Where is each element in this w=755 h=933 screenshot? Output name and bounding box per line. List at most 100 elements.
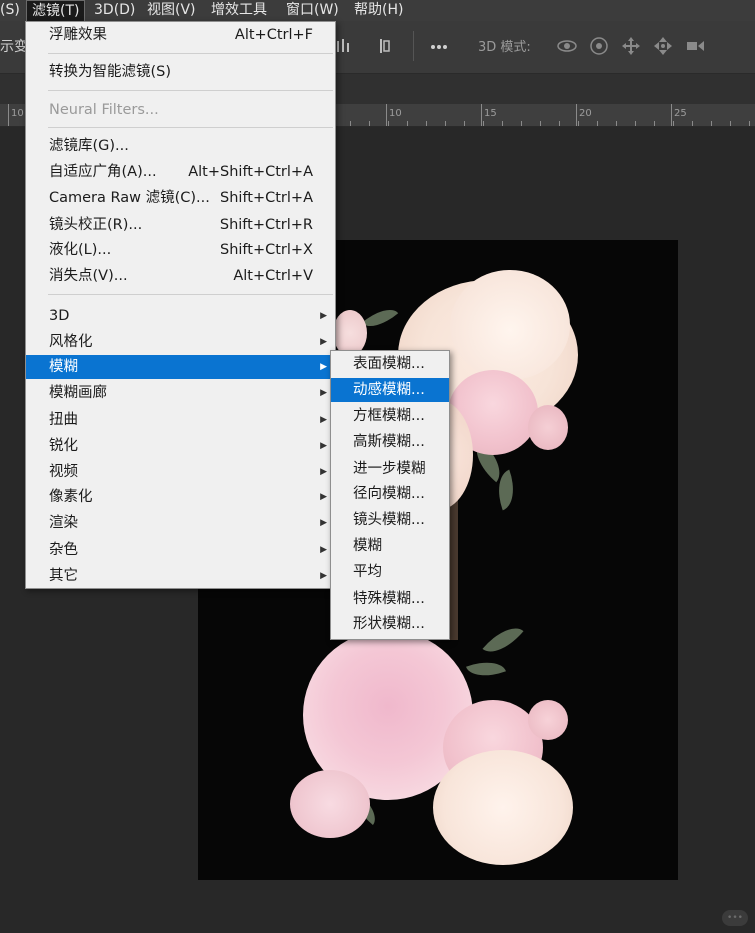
ruler-minor-tick [711,121,712,126]
menu-item-neural-filters: Neural Filters... [49,102,159,118]
menu-item-emboss[interactable]: 浮雕效果 Alt+Ctrl+F [26,23,335,47]
submenu-arrow-icon: ▶ [320,415,327,425]
submenu-arrow-icon: ▶ [320,492,327,502]
menu-select[interactable]: (S) [0,0,20,21]
menu-separator [48,127,333,128]
3d-mode-label: 3D 模式: [478,40,531,55]
more-icon[interactable] [428,35,450,57]
menu-item-filter-gallery[interactable]: 滤镜库(G)... [26,134,335,158]
orbit-icon[interactable] [556,35,578,57]
submenu-arrow-icon: ▶ [320,388,327,398]
menu-item-convert-smart-filter[interactable]: 转换为智能滤镜(S) [26,60,335,84]
ruler-minor-tick [616,121,617,126]
submenu-arrow-icon: ▶ [320,518,327,528]
menu-item-lens-correction[interactable]: 镜头校正(R)... Shift+Ctrl+R [26,213,335,237]
submenu-item-box-blur[interactable]: 方框模糊... [331,404,449,428]
ruler-minor-tick [407,121,408,126]
ruler-minor-tick [502,121,503,126]
ruler-minor-tick [369,121,370,126]
ruler-minor-tick [559,121,560,126]
align-icon[interactable] [333,35,355,57]
submenu-item-motion-blur[interactable]: 动感模糊... [331,378,449,402]
menu-item-other[interactable]: 其它 ▶ [26,564,335,588]
ruler-minor-tick [597,121,598,126]
menu-help[interactable]: 帮助(H) [354,0,403,21]
ruler-minor-tick [521,121,522,126]
menu-separator [48,90,333,91]
menu-separator [48,53,333,54]
menu-item-distort[interactable]: 扭曲 ▶ [26,408,335,432]
blur-submenu: 表面模糊... 动感模糊... 方框模糊... 高斯模糊... 进一步模糊 径向… [330,350,450,640]
menu-3d[interactable]: 3D(D) [94,0,135,21]
submenu-item-gaussian-blur[interactable]: 高斯模糊... [331,430,449,454]
submenu-item-surface-blur[interactable]: 表面模糊... [331,352,449,376]
ruler-minor-tick [673,121,674,126]
menu-item-adaptive-wide-angle[interactable]: 自适应广角(A)... Alt+Shift+Ctrl+A [26,160,335,184]
menu-item-camera-raw[interactable]: Camera Raw 滤镜(C)... Shift+Ctrl+A [26,186,335,210]
submenu-item-average[interactable]: 平均 [331,560,449,584]
submenu-item-smart-blur[interactable]: 特殊模糊... [331,587,449,611]
ruler-tick [481,104,482,126]
submenu-item-radial-blur[interactable]: 径向模糊... [331,482,449,506]
ruler-minor-tick [540,121,541,126]
ruler-minor-tick [464,121,465,126]
ruler-label: 25 [674,108,687,119]
ruler-minor-tick [635,121,636,126]
submenu-arrow-icon: ▶ [320,467,327,477]
options-separator [413,31,414,61]
menu-window[interactable]: 窗口(W) [286,0,339,21]
distribute-icon[interactable] [374,35,396,57]
options-truncated-text: 示变 [0,39,28,55]
filter-menu: 浮雕效果 Alt+Ctrl+F 转换为智能滤镜(S) Neural Filters… [25,21,336,589]
ruler-minor-tick [692,121,693,126]
menu-item-liquify[interactable]: 液化(L)... Shift+Ctrl+X [26,238,335,262]
ruler-minor-tick [483,121,484,126]
ruler-minor-tick [445,121,446,126]
submenu-item-blur-more[interactable]: 进一步模糊 [331,457,449,481]
ruler-minor-tick [730,121,731,126]
ruler-label: 10 [11,108,24,119]
ruler-minor-tick [654,121,655,126]
submenu-item-lens-blur[interactable]: 镜头模糊... [331,508,449,532]
submenu-item-shape-blur[interactable]: 形状模糊... [331,612,449,636]
submenu-arrow-icon: ▶ [320,362,327,372]
menu-item-sharpen[interactable]: 锐化 ▶ [26,434,335,458]
ruler-minor-tick [8,121,9,126]
menu-view[interactable]: 视图(V) [147,0,196,21]
roll-icon[interactable] [588,35,610,57]
watermark-badge: ••• [722,910,748,926]
submenu-arrow-icon: ▶ [320,571,327,581]
submenu-arrow-icon: ▶ [320,441,327,451]
menu-item-pixelate[interactable]: 像素化 ▶ [26,485,335,509]
menu-item-blur-gallery[interactable]: 模糊画廊 ▶ [26,381,335,405]
pan-icon[interactable] [620,35,642,57]
ruler-label: 10 [389,108,402,119]
menu-item-stylize[interactable]: 风格化 ▶ [26,330,335,354]
ruler-minor-tick [426,121,427,126]
ruler-minor-tick [578,121,579,126]
ruler-minor-tick [350,121,351,126]
menu-item-3d[interactable]: 3D ▶ [26,304,335,328]
ruler-tick [576,104,577,126]
scale-icon[interactable] [684,35,706,57]
ruler-tick [386,104,387,126]
ruler-label: 15 [484,108,497,119]
menu-bar: (S) 滤镜(T) 3D(D) 视图(V) 增效工具 窗口(W) 帮助(H) [0,0,755,21]
menu-plugins[interactable]: 增效工具 [211,0,267,21]
menu-item-video[interactable]: 视频 ▶ [26,460,335,484]
ruler-minor-tick [749,121,750,126]
ruler-tick [671,104,672,126]
slide-icon[interactable] [652,35,674,57]
menu-item-render[interactable]: 渲染 ▶ [26,511,335,535]
menu-item-blur[interactable]: 模糊 ▶ [26,355,335,379]
menu-filter[interactable]: 滤镜(T) [26,0,85,21]
menu-item-noise[interactable]: 杂色 ▶ [26,538,335,562]
ruler-label: 20 [579,108,592,119]
menu-separator [48,294,333,295]
submenu-item-blur[interactable]: 模糊 [331,534,449,558]
menu-item-vanishing-point[interactable]: 消失点(V)... Alt+Ctrl+V [26,264,335,288]
submenu-arrow-icon: ▶ [320,545,327,555]
submenu-arrow-icon: ▶ [320,337,327,347]
submenu-arrow-icon: ▶ [320,311,327,321]
ruler-minor-tick [388,121,389,126]
